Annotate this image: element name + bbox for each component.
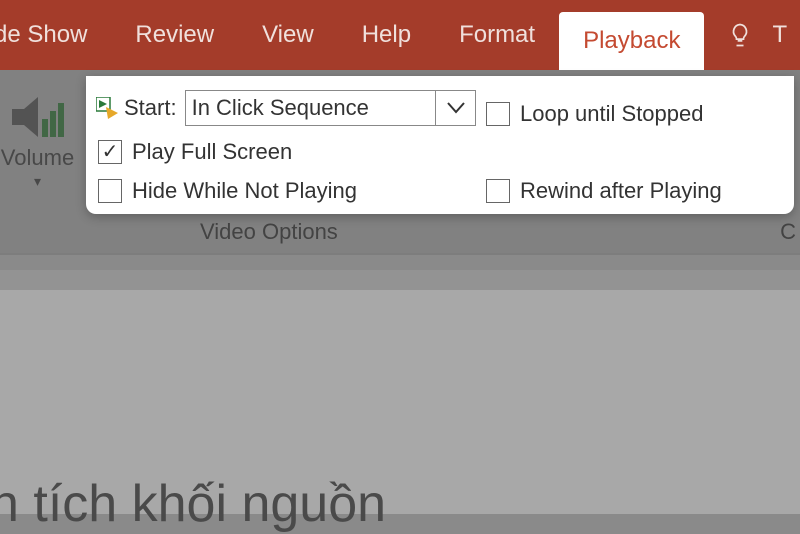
volume-icon (0, 95, 85, 139)
ribbon-group-label-right-cut: C (780, 219, 796, 245)
start-dropdown-value: In Click Sequence (192, 95, 369, 121)
start-row: Start: In Click Sequence (96, 88, 476, 129)
rewind-after-playing-row[interactable]: Rewind after Playing (486, 175, 776, 206)
ribbon-group-label: Video Options (200, 219, 338, 245)
lightbulb-icon[interactable] (714, 0, 766, 70)
play-full-screen-checkbox[interactable] (98, 140, 122, 164)
start-play-icon (96, 97, 118, 119)
tab-help[interactable]: Help (338, 0, 435, 70)
tab-tellme-cut[interactable]: T (766, 0, 787, 70)
tab-view[interactable]: View (238, 0, 338, 70)
loop-until-stopped-checkbox[interactable] (486, 102, 510, 126)
slide-title-partial: n tích khối nguồn (0, 474, 386, 534)
hide-while-not-playing-row[interactable]: Hide While Not Playing (96, 175, 476, 206)
tab-review[interactable]: Review (111, 0, 238, 70)
chevron-down-icon[interactable] (436, 90, 476, 126)
rewind-after-playing-label: Rewind after Playing (520, 178, 722, 204)
slide-area-background: n tích khối nguồn (0, 270, 800, 514)
hide-while-not-playing-label: Hide While Not Playing (132, 178, 357, 204)
chevron-down-icon: ▾ (0, 173, 85, 190)
tabs-row: de Show Review View Help Format Playback… (0, 0, 787, 70)
start-label: Start: (124, 95, 177, 121)
ribbon-tabs-bar: de Show Review View Help Format Playback… (0, 0, 800, 70)
play-full-screen-row[interactable]: Play Full Screen (96, 137, 476, 168)
tab-format[interactable]: Format (435, 0, 559, 70)
rewind-after-playing-checkbox[interactable] (486, 179, 510, 203)
tab-slideshow[interactable]: de Show (0, 0, 111, 70)
volume-label: Volume (0, 145, 85, 171)
loop-until-stopped-row[interactable]: Loop until Stopped (486, 101, 776, 129)
video-options-panel: Start: In Click Sequence Loop until Stop… (86, 76, 794, 214)
play-full-screen-label: Play Full Screen (132, 139, 292, 165)
start-dropdown[interactable]: In Click Sequence (185, 90, 436, 126)
slide-canvas[interactable]: n tích khối nguồn (0, 290, 800, 514)
loop-until-stopped-label: Loop until Stopped (520, 101, 704, 127)
volume-button[interactable]: Volume ▾ (0, 95, 85, 190)
hide-while-not-playing-checkbox[interactable] (98, 179, 122, 203)
tab-playback[interactable]: Playback (559, 12, 704, 70)
